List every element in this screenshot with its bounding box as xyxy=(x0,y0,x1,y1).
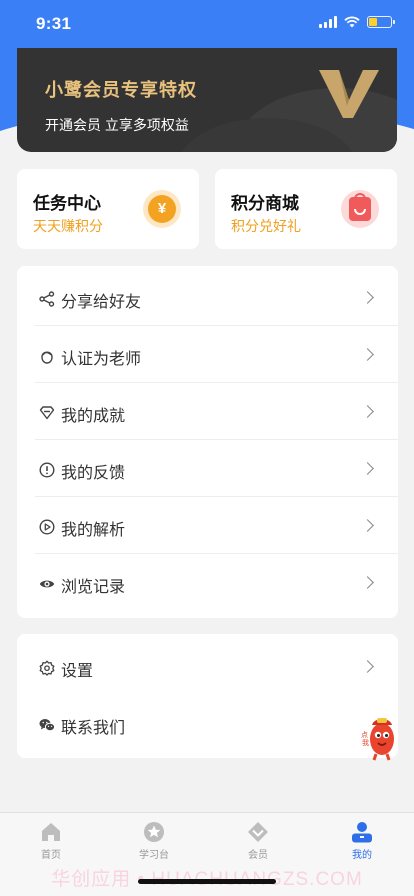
vip-diamond-icon xyxy=(248,822,268,842)
chevron-right-icon xyxy=(361,519,374,532)
chevron-right-icon xyxy=(361,576,374,589)
menu-label: 我的解析 xyxy=(61,522,126,539)
teacher-icon xyxy=(41,351,53,364)
vip-title: 小鹭会员专享特权 xyxy=(45,80,197,100)
shopping-bag-icon xyxy=(341,190,379,228)
menu-item-history[interactable]: 浏览记录 xyxy=(17,554,398,611)
menu-item-teacher-verify[interactable]: 认证为老师 xyxy=(17,326,398,383)
menu-label: 设置 xyxy=(61,663,94,680)
alert-circle-icon xyxy=(39,462,55,478)
diamond-icon xyxy=(39,406,55,420)
menu-label: 我的成就 xyxy=(61,408,126,425)
status-time: 9:31 xyxy=(36,14,72,33)
menu-label: 浏览记录 xyxy=(61,579,126,596)
tab-study[interactable]: 学习台 xyxy=(114,821,194,861)
vip-membership-card[interactable]: 小鹭会员专享特权 开通会员 立享多项权益 xyxy=(17,48,397,152)
coin-icon: ¥ xyxy=(143,190,181,228)
svg-text:我: 我 xyxy=(362,738,369,747)
tab-vip[interactable]: 会员 xyxy=(218,821,298,861)
task-center-card[interactable]: 任务中心 天天赚积分 ¥ xyxy=(17,169,199,249)
menu-item-settings[interactable]: 设置 xyxy=(17,638,398,695)
profile-icon xyxy=(352,822,372,843)
points-mall-card[interactable]: 积分商城 积分兑好礼 xyxy=(215,169,397,249)
play-circle-icon xyxy=(39,519,55,535)
chevron-right-icon xyxy=(361,405,374,418)
status-icons xyxy=(319,16,395,28)
menu-item-analysis[interactable]: 我的解析 xyxy=(17,497,398,554)
chevron-right-icon xyxy=(361,348,374,361)
menu-label: 认证为老师 xyxy=(61,351,142,368)
watermark: 华创应用 • HUACHUANGZS.COM xyxy=(51,869,362,890)
menu-group-secondary: 设置 联系我们 xyxy=(17,634,398,758)
mascot-assistant-icon[interactable]: 点 我 xyxy=(360,713,400,761)
home-indicator xyxy=(138,879,276,884)
wechat-icon xyxy=(39,719,55,732)
share-icon xyxy=(39,291,55,307)
gear-icon xyxy=(39,660,55,676)
tab-label: 学习台 xyxy=(139,850,169,861)
svg-text:点: 点 xyxy=(361,731,368,739)
status-bar: 9:31 xyxy=(0,0,414,48)
wifi-icon xyxy=(344,16,360,28)
chevron-right-icon xyxy=(361,660,374,673)
menu-label: 我的反馈 xyxy=(61,465,126,482)
vip-logo-icon xyxy=(319,70,379,118)
menu-item-feedback[interactable]: 我的反馈 xyxy=(17,440,398,497)
menu-group-main: 分享给好友 认证为老师 我的成就 我的反馈 我的解析 浏览记录 xyxy=(17,266,398,618)
tab-label: 会员 xyxy=(248,850,268,861)
battery-icon xyxy=(367,16,395,28)
vip-subtitle: 开通会员 立享多项权益 xyxy=(45,117,189,133)
tab-label: 首页 xyxy=(41,850,61,861)
cellular-signal-icon xyxy=(319,16,337,28)
tab-home[interactable]: 首页 xyxy=(11,821,91,861)
points-mall-subtitle: 积分兑好礼 xyxy=(231,218,301,234)
task-center-title: 任务中心 xyxy=(33,194,101,213)
menu-item-contact[interactable]: 联系我们 xyxy=(17,695,398,752)
menu-item-share[interactable]: 分享给好友 xyxy=(17,269,398,326)
menu-label: 分享给好友 xyxy=(61,294,142,311)
task-center-subtitle: 天天赚积分 xyxy=(33,218,103,234)
tab-label: 我的 xyxy=(352,850,372,861)
points-mall-title: 积分商城 xyxy=(231,194,299,213)
menu-item-achievements[interactable]: 我的成就 xyxy=(17,383,398,440)
menu-label: 联系我们 xyxy=(61,720,126,737)
home-icon xyxy=(42,823,60,841)
eye-icon xyxy=(39,580,55,588)
star-badge-icon xyxy=(144,822,164,842)
chevron-right-icon xyxy=(361,291,374,304)
chevron-right-icon xyxy=(361,462,374,475)
tab-mine[interactable]: 我的 xyxy=(322,821,402,861)
